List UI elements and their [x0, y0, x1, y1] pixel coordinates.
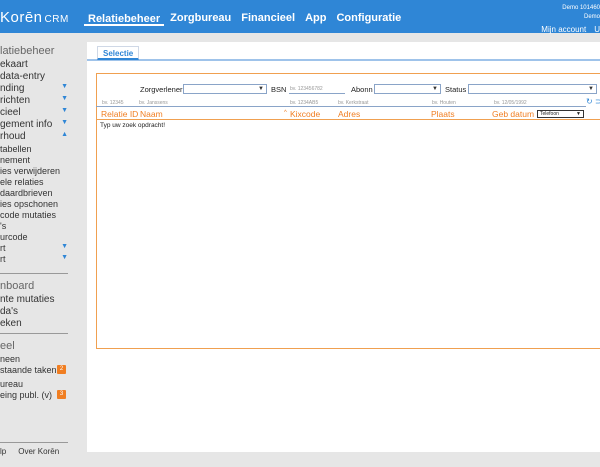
sort-asc-icon: ^: [284, 110, 287, 116]
about-link[interactable]: Over Korēn: [18, 447, 59, 456]
column-header-naam[interactable]: Naam: [140, 109, 163, 119]
column-header-kixcode[interactable]: Kixcode: [290, 109, 320, 119]
sidebar-item[interactable]: richten ▼: [0, 95, 72, 106]
sidebar-subitem[interactable]: rt ▼: [0, 243, 72, 253]
status-label: Status: [445, 85, 467, 94]
sidebar-divider: [0, 273, 68, 274]
my-account-link[interactable]: Mijn account: [541, 25, 586, 34]
sidebar-divider: [0, 333, 68, 334]
tab-selectie[interactable]: Selectie: [97, 46, 140, 60]
nav-tab-relatiebeheer[interactable]: Relatiebeheer: [84, 0, 165, 26]
sidebar-subitem[interactable]: rt ▼: [0, 254, 72, 264]
abonn-label: Abonn: [351, 85, 373, 94]
sidebar: latiebeheer ekaart data-entry nding ▼ ric…: [0, 40, 72, 467]
zorgverlener-select[interactable]: ▼: [183, 84, 267, 94]
bsn-input[interactable]: bv. 123456782: [289, 84, 345, 94]
user-info: Demo 101460 Demo Mijn account U: [541, 4, 600, 34]
column-header-adres[interactable]: Adres: [338, 109, 360, 119]
sidebar-item[interactable]: ureau: [0, 379, 72, 389]
sidebar-section-dashboard[interactable]: nboard: [0, 280, 34, 292]
app-logo[interactable]: Korēn CRM: [0, 9, 69, 26]
status-select[interactable]: ▼: [468, 84, 597, 94]
chevron-down-icon: ▼: [588, 86, 594, 92]
count-badge: 3: [57, 390, 66, 399]
sidebar-subitem[interactable]: tabellen: [0, 144, 72, 154]
chevron-up-icon: ▲: [61, 131, 68, 138]
sidebar-item[interactable]: eken: [0, 318, 72, 329]
sidebar-subitem[interactable]: urcode: [0, 232, 72, 242]
sidebar-item[interactable]: nte mutaties: [0, 294, 72, 305]
sidebar-subitem[interactable]: ies verwijderen: [0, 166, 72, 176]
chevron-down-icon: ▼: [61, 254, 68, 261]
user-line-1: Demo 101460: [562, 5, 600, 11]
sidebar-subitem[interactable]: ele relaties: [0, 177, 72, 187]
chevron-down-icon: ▼: [258, 86, 264, 92]
column-header-geb-datum[interactable]: Geb datum: [492, 109, 534, 119]
nav-tab-configuratie[interactable]: Configuratie: [332, 0, 405, 33]
sidebar-subitem[interactable]: daardbrieven: [0, 188, 72, 198]
main-nav: Relatiebeheer Zorgbureau Financieel App …: [84, 0, 407, 33]
sidebar-subitem[interactable]: ies opschonen: [0, 199, 72, 209]
column-header-plaats[interactable]: Plaats: [431, 109, 455, 119]
chevron-down-icon: ▼: [576, 111, 581, 117]
nav-tab-app[interactable]: App: [301, 0, 330, 33]
count-badge: 2: [57, 365, 66, 374]
extra-column-select[interactable]: Telefoon ▼: [537, 110, 584, 118]
sidebar-item[interactable]: gement info ▼: [0, 119, 72, 130]
search-row-underline: [96, 106, 586, 107]
sidebar-subitem[interactable]: 's: [0, 221, 72, 231]
top-bar: Korēn CRM Relatiebeheer Zorgbureau Financ…: [0, 0, 600, 34]
column-header-relatie-id[interactable]: Relatie ID: [101, 109, 138, 119]
refresh-icon[interactable]: ↻: [586, 97, 593, 106]
reset-icon[interactable]: ⊃: [595, 97, 600, 106]
sidebar-item[interactable]: rhoud ▲: [0, 131, 72, 142]
sidebar-item[interactable]: ekaart: [0, 59, 72, 70]
abonn-select[interactable]: ▼: [374, 84, 441, 94]
zorgverlener-label: Zorgverlener: [140, 85, 183, 94]
chevron-down-icon: ▼: [61, 243, 68, 250]
sidebar-subitem[interactable]: code mutaties: [0, 210, 72, 220]
tab-underline: [87, 59, 600, 61]
chevron-down-icon: ▼: [61, 95, 68, 102]
header-underline: [96, 119, 600, 120]
user-line-2: Demo: [583, 14, 600, 20]
chevron-down-icon: ▼: [61, 83, 68, 90]
nav-tab-zorgbureau[interactable]: Zorgbureau: [166, 0, 235, 33]
sidebar-divider: [0, 442, 68, 443]
sidebar-item[interactable]: neen: [0, 354, 72, 364]
search-hint: Typ uw zoek opdracht!: [100, 122, 166, 129]
sidebar-section-relatiebeheer[interactable]: latiebeheer: [0, 45, 54, 57]
sidebar-item[interactable]: da's: [0, 306, 72, 317]
chevron-down-icon: ▼: [432, 86, 438, 92]
nav-tab-financieel[interactable]: Financieel: [237, 0, 299, 33]
help-link[interactable]: lp: [0, 447, 6, 456]
sidebar-item[interactable]: nding ▼: [0, 83, 72, 94]
sidebar-subitem[interactable]: nement: [0, 155, 72, 165]
bsn-label: BSN: [271, 85, 287, 94]
logout-link[interactable]: U: [594, 25, 600, 34]
sidebar-item[interactable]: data-entry: [0, 71, 72, 82]
sidebar-section-taken[interactable]: eel: [0, 340, 15, 352]
chevron-down-icon: ▼: [61, 107, 68, 114]
chevron-down-icon: ▼: [61, 119, 68, 126]
sidebar-footer: lp Over Korēn: [0, 447, 71, 456]
sidebar-item[interactable]: cieel ▼: [0, 107, 72, 118]
